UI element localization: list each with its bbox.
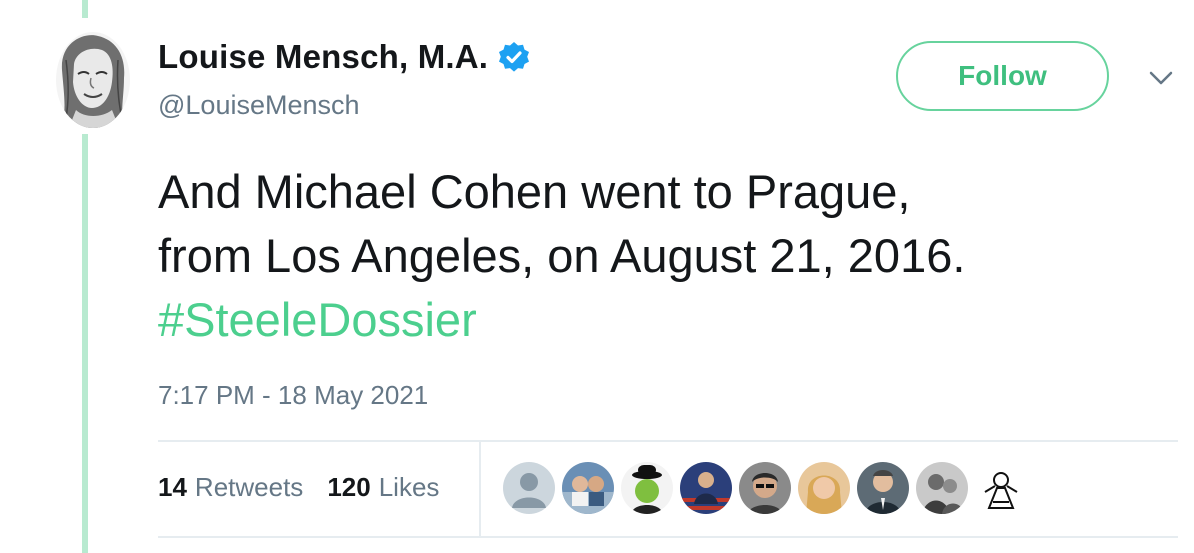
tweet-timestamp[interactable]: 7:17 PM - 18 May 2021 bbox=[158, 380, 428, 411]
divider-top bbox=[158, 440, 1178, 442]
author-display-name[interactable]: Louise Mensch, M.A. bbox=[158, 38, 488, 76]
thread-line-bottom bbox=[82, 134, 88, 553]
author-avatar[interactable] bbox=[54, 30, 132, 130]
verified-badge-icon bbox=[498, 41, 530, 73]
tweet-text-line-1: And Michael Cohen went to Prague, bbox=[158, 165, 911, 218]
liker-avatar-blonde-woman[interactable] bbox=[798, 462, 850, 514]
author-handle[interactable]: @LouiseMensch bbox=[158, 90, 360, 121]
likes-stat[interactable]: 120 Likes bbox=[327, 472, 439, 503]
liker-avatar-couple[interactable] bbox=[562, 462, 614, 514]
likers-avatars bbox=[503, 462, 1027, 514]
follow-button[interactable]: Follow bbox=[896, 41, 1109, 111]
thread-line-top bbox=[82, 0, 88, 18]
liker-avatar-flag[interactable] bbox=[680, 462, 732, 514]
stats-separator bbox=[479, 442, 481, 536]
tweet-text: And Michael Cohen went to Prague, from L… bbox=[158, 160, 1168, 352]
divider-bottom bbox=[158, 536, 1178, 538]
liker-avatar-default[interactable] bbox=[503, 462, 555, 514]
liker-avatar-apple-bowler[interactable] bbox=[621, 462, 673, 514]
retweets-label: Retweets bbox=[194, 472, 304, 502]
tweet-text-line-2: from Los Angeles, on August 21, 2016. bbox=[158, 229, 966, 282]
retweets-count: 14 bbox=[158, 472, 187, 502]
chevron-down-icon[interactable] bbox=[1146, 68, 1176, 88]
liker-avatar-illustration[interactable] bbox=[975, 462, 1027, 514]
hashtag-link[interactable]: #SteeleDossier bbox=[158, 288, 1168, 352]
liker-avatar-woman-portrait[interactable] bbox=[739, 462, 791, 514]
likes-label: Likes bbox=[378, 472, 440, 502]
liker-avatar-man-suit[interactable] bbox=[857, 462, 909, 514]
tweet-stats: 14 Retweets 120 Likes bbox=[158, 472, 439, 503]
likes-count: 120 bbox=[327, 472, 371, 502]
author-name-row[interactable]: Louise Mensch, M.A. bbox=[158, 38, 530, 76]
liker-avatar-bw-photo[interactable] bbox=[916, 462, 968, 514]
retweets-stat[interactable]: 14 Retweets bbox=[158, 472, 303, 503]
